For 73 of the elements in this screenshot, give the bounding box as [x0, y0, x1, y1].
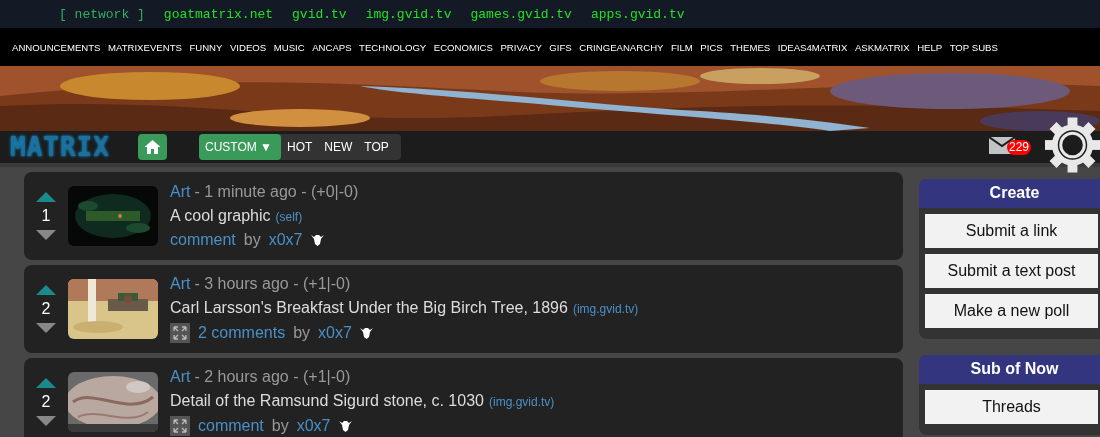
nav-link[interactable]: FILM	[670, 41, 693, 53]
sort-tab[interactable]: TOP	[358, 134, 395, 160]
nav-link[interactable]: IDEAS4MATRIX	[777, 41, 848, 53]
comments-link[interactable]: comment	[198, 417, 264, 435]
post-title[interactable]: Carl Larsson's Breakfast Under the Big Birch Tree, 1896	[170, 299, 568, 317]
author-link[interactable]: x0x7	[296, 417, 331, 435]
sidebar-button[interactable]: Submit a link	[925, 214, 1098, 248]
network-label: [ network ]	[59, 6, 145, 22]
domain-link[interactable]: (self)	[275, 210, 303, 224]
nav-link[interactable]: VIDEOS	[229, 41, 267, 53]
nav-link[interactable]: TOP SUBS	[949, 41, 998, 53]
nav-link[interactable]: PICS	[700, 41, 723, 53]
nav-link[interactable]: ANCAPS	[312, 41, 352, 53]
by-label: by	[271, 417, 289, 435]
nav-link[interactable]: ANNOUNCEMENTS	[12, 41, 101, 53]
nav-link[interactable]: TECHNOLOGY	[359, 41, 427, 53]
by-label: by	[293, 324, 311, 342]
network-link[interactable]: apps.gvid.tv	[590, 6, 685, 22]
post-meta: - 3 hours ago - (+1|-0)	[194, 275, 351, 293]
post-meta: - 2 hours ago - (+1|-0)	[194, 368, 351, 386]
goat-icon	[338, 420, 352, 432]
nav-link[interactable]: FUNNY	[189, 41, 223, 53]
network-link[interactable]: gvid.tv	[292, 6, 347, 22]
sort-tab[interactable]: CUSTOM ▼	[199, 134, 281, 160]
sidebar-button[interactable]: Submit a text post	[925, 254, 1098, 288]
downvote-icon[interactable]	[36, 416, 56, 426]
post-meta: - 1 minute ago - (+0|-0)	[194, 183, 359, 201]
panel-title: Sub of Now	[919, 355, 1100, 384]
post-title[interactable]: A cool graphic	[170, 207, 271, 225]
home-icon	[144, 139, 161, 155]
expand-icon[interactable]	[170, 416, 190, 436]
author-link[interactable]: x0x7	[268, 231, 303, 249]
upvote-icon[interactable]	[36, 378, 56, 388]
sort-tab[interactable]: NEW	[318, 134, 359, 160]
comments-link[interactable]: comment	[170, 231, 236, 249]
panel-title: Create	[919, 179, 1100, 208]
goat-icon	[310, 234, 324, 246]
network-link[interactable]: img.gvid.tv	[365, 6, 452, 22]
upvote-icon[interactable]	[36, 192, 56, 202]
nav-link[interactable]: MUSIC	[273, 41, 305, 53]
nav-link[interactable]: ASKMATRIX	[854, 41, 910, 53]
nav-link[interactable]: MATRIXEVENTS	[108, 41, 182, 53]
score: 2	[41, 300, 51, 318]
score: 2	[41, 393, 51, 411]
comments-link[interactable]: 2 comments	[198, 324, 286, 342]
author-link[interactable]: x0x7	[318, 324, 352, 342]
domain-link[interactable]: (img.gvid.tv)	[488, 395, 555, 409]
unread-count-badge: 229	[1007, 140, 1032, 155]
nav-link[interactable]: HELP	[917, 41, 943, 53]
network-link[interactable]: goatmatrix.net	[163, 6, 274, 22]
post-title[interactable]: Detail of the Ramsund Sigurd stone, c. 1030	[170, 392, 484, 410]
sub-link[interactable]: Art	[170, 368, 191, 386]
network-link[interactable]: games.gvid.tv	[470, 6, 572, 22]
nav-link[interactable]: THEMES	[730, 41, 771, 53]
goat-icon	[359, 327, 373, 339]
nav-link[interactable]: ECONOMICS	[433, 41, 493, 53]
expand-icon[interactable]	[170, 323, 190, 343]
domain-link[interactable]: (img.gvid.tv)	[572, 302, 639, 316]
sidebar-button[interactable]: Threads	[925, 390, 1098, 424]
home-button[interactable]	[138, 134, 167, 160]
downvote-icon[interactable]	[36, 230, 56, 240]
by-label: by	[243, 231, 261, 249]
score: 1	[41, 207, 51, 225]
sidebar-button[interactable]: Make a new poll	[925, 294, 1098, 328]
nav-link[interactable]: CRINGEANARCHY	[579, 41, 664, 53]
settings-icon[interactable]	[1045, 117, 1100, 173]
sort-tab[interactable]: HOT	[281, 134, 319, 160]
nav-link[interactable]: GIFS	[549, 41, 572, 53]
sub-link[interactable]: Art	[170, 275, 191, 293]
nav-link[interactable]: PRIVACY	[500, 41, 542, 53]
upvote-icon[interactable]	[36, 285, 56, 295]
downvote-icon[interactable]	[36, 323, 56, 333]
sub-link[interactable]: Art	[170, 183, 191, 201]
